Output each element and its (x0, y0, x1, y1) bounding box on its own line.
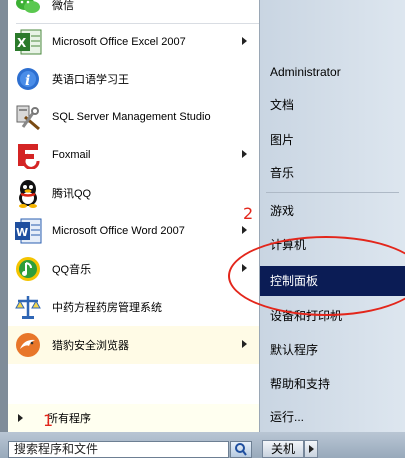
program-item-pharmacy[interactable]: 中药方程药房管理系统 (8, 288, 259, 326)
wechat-icon (11, 0, 45, 22)
annotation-step-1: 1 (43, 411, 54, 430)
search-button[interactable] (230, 441, 252, 458)
qq-penguin-icon (11, 176, 45, 210)
submenu-arrow-icon (242, 37, 247, 45)
submenu-arrow-icon (242, 226, 247, 234)
info-icon: i (11, 62, 45, 96)
program-label: 腾讯QQ (52, 188, 92, 200)
svg-text:X: X (17, 36, 27, 50)
program-label: Microsoft Office Word 2007 (52, 225, 185, 237)
shutdown-button[interactable]: 关机 (262, 440, 304, 458)
annotation-step-2: 2 (243, 204, 254, 223)
program-item-word[interactable]: W Microsoft Office Word 2007 (8, 212, 259, 250)
submenu-arrow-icon (242, 150, 247, 158)
program-item-sql-server[interactable]: SQL Server Management Studio (8, 98, 259, 136)
program-label: Microsoft Office Excel 2007 (52, 36, 186, 48)
cheetah-browser-icon (11, 328, 45, 362)
expand-arrow-icon (18, 414, 23, 422)
svg-text:W: W (16, 226, 28, 239)
program-label: QQ音乐 (52, 264, 92, 276)
shutdown-options-button[interactable] (304, 440, 318, 458)
program-item-english[interactable]: i 英语口语学习王 (8, 60, 259, 98)
place-help-support[interactable]: 帮助和支持 (260, 369, 405, 399)
program-label: 英语口语学习王 (52, 74, 129, 86)
divider (266, 192, 399, 193)
program-item-qq[interactable]: 腾讯QQ (8, 174, 259, 212)
place-documents[interactable]: 文档 (260, 90, 405, 120)
place-pictures[interactable]: 图片 (260, 125, 405, 155)
program-label: SQL Server Management Studio (52, 111, 211, 123)
search-input[interactable]: 搜索程序和文件 (8, 441, 229, 458)
place-default-programs[interactable]: 默认程序 (260, 335, 405, 365)
program-item-qq-music[interactable]: QQ音乐 (8, 250, 259, 288)
places-pane: Administrator 文档 图片 音乐 游戏 计算机 控制面板 设备和打印… (260, 0, 405, 432)
sql-server-icon (11, 100, 45, 134)
word-icon: W (11, 214, 45, 248)
place-administrator[interactable]: Administrator (260, 57, 405, 87)
search-icon (231, 443, 251, 458)
submenu-arrow-icon (242, 340, 247, 348)
all-programs-label: 所有程序 (47, 413, 91, 425)
programs-pane: 微信 X Microsoft Office Excel 2007 i 英语口语学… (8, 0, 260, 432)
program-item-wechat[interactable]: 微信 (8, 0, 259, 24)
program-label: 微信 (52, 0, 74, 12)
foxmail-icon (11, 138, 45, 172)
program-item-cheetah-browser[interactable]: 猎豹安全浏览器 (8, 326, 259, 364)
program-item-foxmail[interactable]: Foxmail (8, 136, 259, 174)
chevron-right-icon (309, 445, 314, 453)
place-games[interactable]: 游戏 (260, 196, 405, 226)
program-label: 中药方程药房管理系统 (52, 302, 162, 314)
place-run[interactable]: 运行... (260, 402, 405, 432)
start-menu: 微信 X Microsoft Office Excel 2007 i 英语口语学… (0, 0, 405, 458)
place-music[interactable]: 音乐 (260, 158, 405, 188)
qq-music-icon (11, 252, 45, 286)
scale-icon (11, 290, 45, 324)
svg-text:i: i (25, 73, 30, 89)
program-item-excel[interactable]: X Microsoft Office Excel 2007 (8, 23, 259, 61)
program-label: Foxmail (52, 149, 91, 161)
excel-icon: X (11, 25, 45, 59)
program-label: 猎豹安全浏览器 (52, 340, 129, 352)
